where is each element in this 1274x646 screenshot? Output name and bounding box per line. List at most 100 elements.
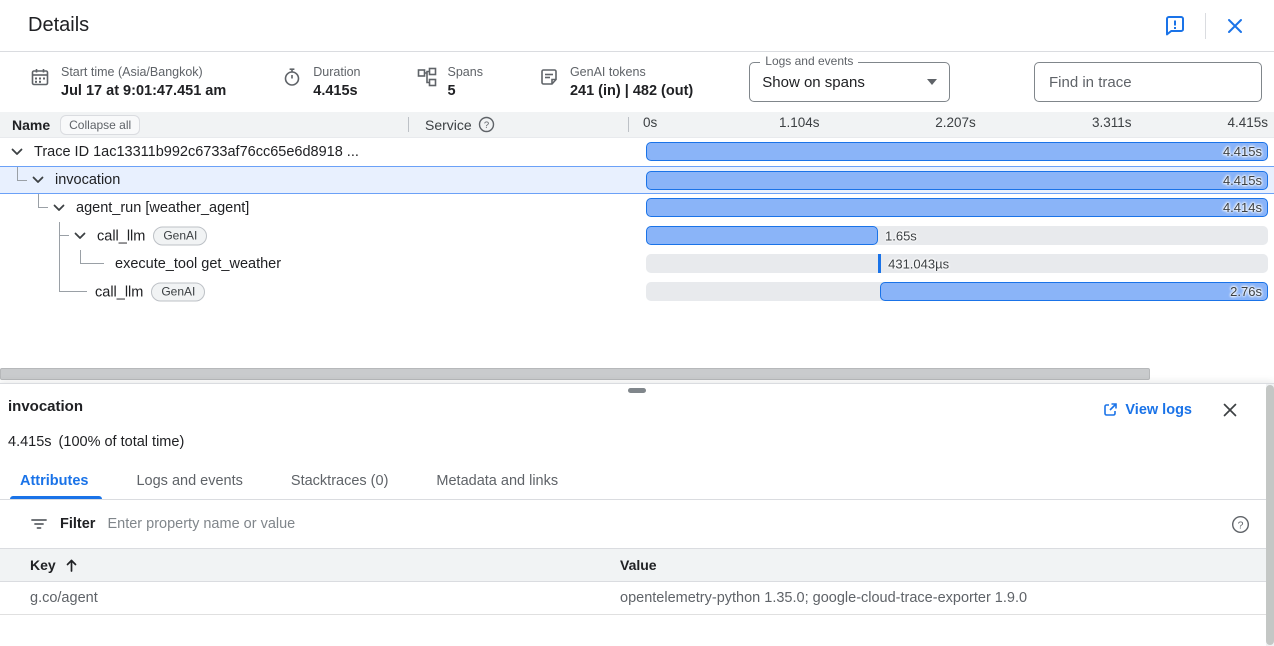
service-column-header: Service xyxy=(425,117,472,133)
trace-toolbar: Start time (Asia/Bangkok) Jul 17 at 9:01… xyxy=(0,52,1274,112)
chevron-down-icon[interactable] xyxy=(29,171,47,189)
attributes-table-header: Key Value xyxy=(0,549,1274,582)
feedback-button[interactable] xyxy=(1161,12,1189,40)
stat-label: Duration xyxy=(313,64,360,81)
tree-connector xyxy=(59,236,60,250)
span-duration-label: 4.414s xyxy=(1223,200,1262,215)
trace-row-execute-tool[interactable]: execute_tool get_weather 431.043µs xyxy=(0,250,1274,278)
duration-percent-note: (100% of total time) xyxy=(59,434,185,450)
key-column-header: Key xyxy=(30,557,56,573)
view-logs-label: View logs xyxy=(1125,402,1192,418)
tree-connector xyxy=(59,222,69,236)
timer-icon xyxy=(282,67,302,87)
filter-help-icon[interactable]: ? xyxy=(1231,515,1250,534)
filter-icon xyxy=(30,515,48,533)
chevron-down-icon xyxy=(927,79,937,85)
span-bar[interactable] xyxy=(878,254,881,273)
header-divider xyxy=(1205,13,1206,39)
span-name: execute_tool get_weather xyxy=(115,256,281,272)
stat-spans: Spans 5 xyxy=(417,64,483,101)
span-duration-label: 431.043µs xyxy=(888,256,949,271)
chevron-down-icon[interactable] xyxy=(8,143,26,161)
trace-row-invocation[interactable]: invocation 4.415s xyxy=(0,166,1274,194)
svg-text:?: ? xyxy=(1238,519,1244,531)
span-duration-label: 1.65s xyxy=(885,228,917,243)
trace-row-call-llm-2[interactable]: call_llm GenAI 2.76s xyxy=(0,278,1274,306)
waterfall-header: Name Collapse all Service ? 0s 1.104s 2.… xyxy=(0,112,1274,138)
span-duration-label: 4.415s xyxy=(1223,173,1262,188)
span-bar[interactable]: 4.414s xyxy=(646,198,1268,217)
stat-label: Start time (Asia/Bangkok) xyxy=(61,64,226,81)
stat-value: Jul 17 at 9:01:47.451 am xyxy=(61,81,226,101)
duration-value: 4.415s xyxy=(8,434,52,450)
name-column-header: Name xyxy=(12,117,50,133)
span-name: call_llm xyxy=(97,228,145,244)
collapse-all-button[interactable]: Collapse all xyxy=(60,115,140,135)
genai-badge: GenAI xyxy=(153,227,207,246)
service-help-icon[interactable]: ? xyxy=(478,116,495,133)
span-name: call_llm xyxy=(95,284,143,300)
horizontal-scrollbar xyxy=(0,366,1274,382)
panel-span-title: invocation xyxy=(8,398,83,415)
view-logs-link[interactable]: View logs xyxy=(1102,402,1192,418)
trace-details-page: Details Start time (Asia/Bangkok) Ju xyxy=(0,0,1274,646)
arrow-up-icon xyxy=(64,558,79,573)
span-detail-panel: invocation View logs 4.415s (100% of tot… xyxy=(0,383,1274,646)
tab-attributes[interactable]: Attributes xyxy=(0,464,112,499)
stat-label: GenAI tokens xyxy=(570,64,693,81)
svg-text:?: ? xyxy=(484,120,489,131)
find-in-trace-input[interactable] xyxy=(1034,62,1262,102)
spans-icon xyxy=(417,67,437,87)
span-duration-label: 2.76s xyxy=(1230,284,1262,299)
attribute-key: g.co/agent xyxy=(0,590,620,606)
stat-start-time: Start time (Asia/Bangkok) Jul 17 at 9:01… xyxy=(30,64,226,101)
span-name: agent_run [weather_agent] xyxy=(76,200,249,216)
span-duration-label: 4.415s xyxy=(1223,144,1262,159)
attribute-row[interactable]: g.co/agent opentelemetry-python 1.35.0; … xyxy=(0,582,1274,615)
stat-value: 4.415s xyxy=(313,81,360,101)
tab-stacktraces[interactable]: Stacktraces (0) xyxy=(267,464,413,499)
tree-connector xyxy=(59,250,60,278)
timeline-tick: 2.207s xyxy=(935,115,976,130)
feedback-icon xyxy=(1163,14,1187,38)
tab-metadata-and-links[interactable]: Metadata and links xyxy=(412,464,582,499)
trace-row-call-llm-1[interactable]: call_llm GenAI 1.65s xyxy=(0,222,1274,250)
span-waterfall: Trace ID 1ac13311b992c6733af76cc65e6d891… xyxy=(0,138,1274,306)
tree-connector xyxy=(17,167,27,181)
trace-row-trace-id[interactable]: Trace ID 1ac13311b992c6733af76cc65e6d891… xyxy=(0,138,1274,166)
panel-resize-handle[interactable] xyxy=(628,388,646,393)
chevron-down-icon[interactable] xyxy=(71,227,89,245)
span-bar[interactable]: 2.76s xyxy=(880,282,1268,301)
timeline-tick: 1.104s xyxy=(779,115,820,130)
tree-connector xyxy=(38,194,48,208)
genai-note-icon xyxy=(539,67,559,87)
tab-logs-and-events[interactable]: Logs and events xyxy=(112,464,266,499)
horizontal-scrollbar-thumb[interactable] xyxy=(0,368,1150,380)
span-bar[interactable] xyxy=(646,226,878,245)
timeline-tick: 4.415s xyxy=(1227,115,1268,130)
close-icon xyxy=(1224,15,1246,37)
span-bar[interactable]: 4.415s xyxy=(646,171,1268,190)
stat-label: Spans xyxy=(448,64,483,81)
stat-value: 241 (in) | 482 (out) xyxy=(570,81,693,101)
panel-tabs: Attributes Logs and events Stacktraces (… xyxy=(0,464,1274,500)
stat-duration: Duration 4.415s xyxy=(282,64,360,101)
stat-value: 5 xyxy=(448,81,483,101)
chevron-down-icon[interactable] xyxy=(50,199,68,217)
close-details-button[interactable] xyxy=(1222,13,1248,39)
logs-and-events-dropdown[interactable]: Logs and events Show on spans xyxy=(749,62,950,102)
value-column-header: Value xyxy=(620,557,1274,573)
span-name-with-badge: call_llm GenAI xyxy=(97,227,207,246)
close-panel-button[interactable] xyxy=(1218,398,1242,422)
sort-ascending-button[interactable] xyxy=(64,558,79,573)
span-bar[interactable]: 4.415s xyxy=(646,142,1268,161)
span-track xyxy=(646,254,1268,273)
timeline-tick: 3.311s xyxy=(1092,115,1132,130)
attributes-filter-input[interactable] xyxy=(107,516,1219,532)
tree-connector xyxy=(80,250,104,264)
attributes-filter-bar: Filter ? xyxy=(0,500,1274,549)
vertical-scrollbar-thumb[interactable] xyxy=(1266,385,1274,645)
trace-row-agent-run[interactable]: agent_run [weather_agent] 4.414s xyxy=(0,194,1274,222)
stat-genai-tokens: GenAI tokens 241 (in) | 482 (out) xyxy=(539,64,693,101)
timeline-tick: 0s xyxy=(643,115,657,130)
